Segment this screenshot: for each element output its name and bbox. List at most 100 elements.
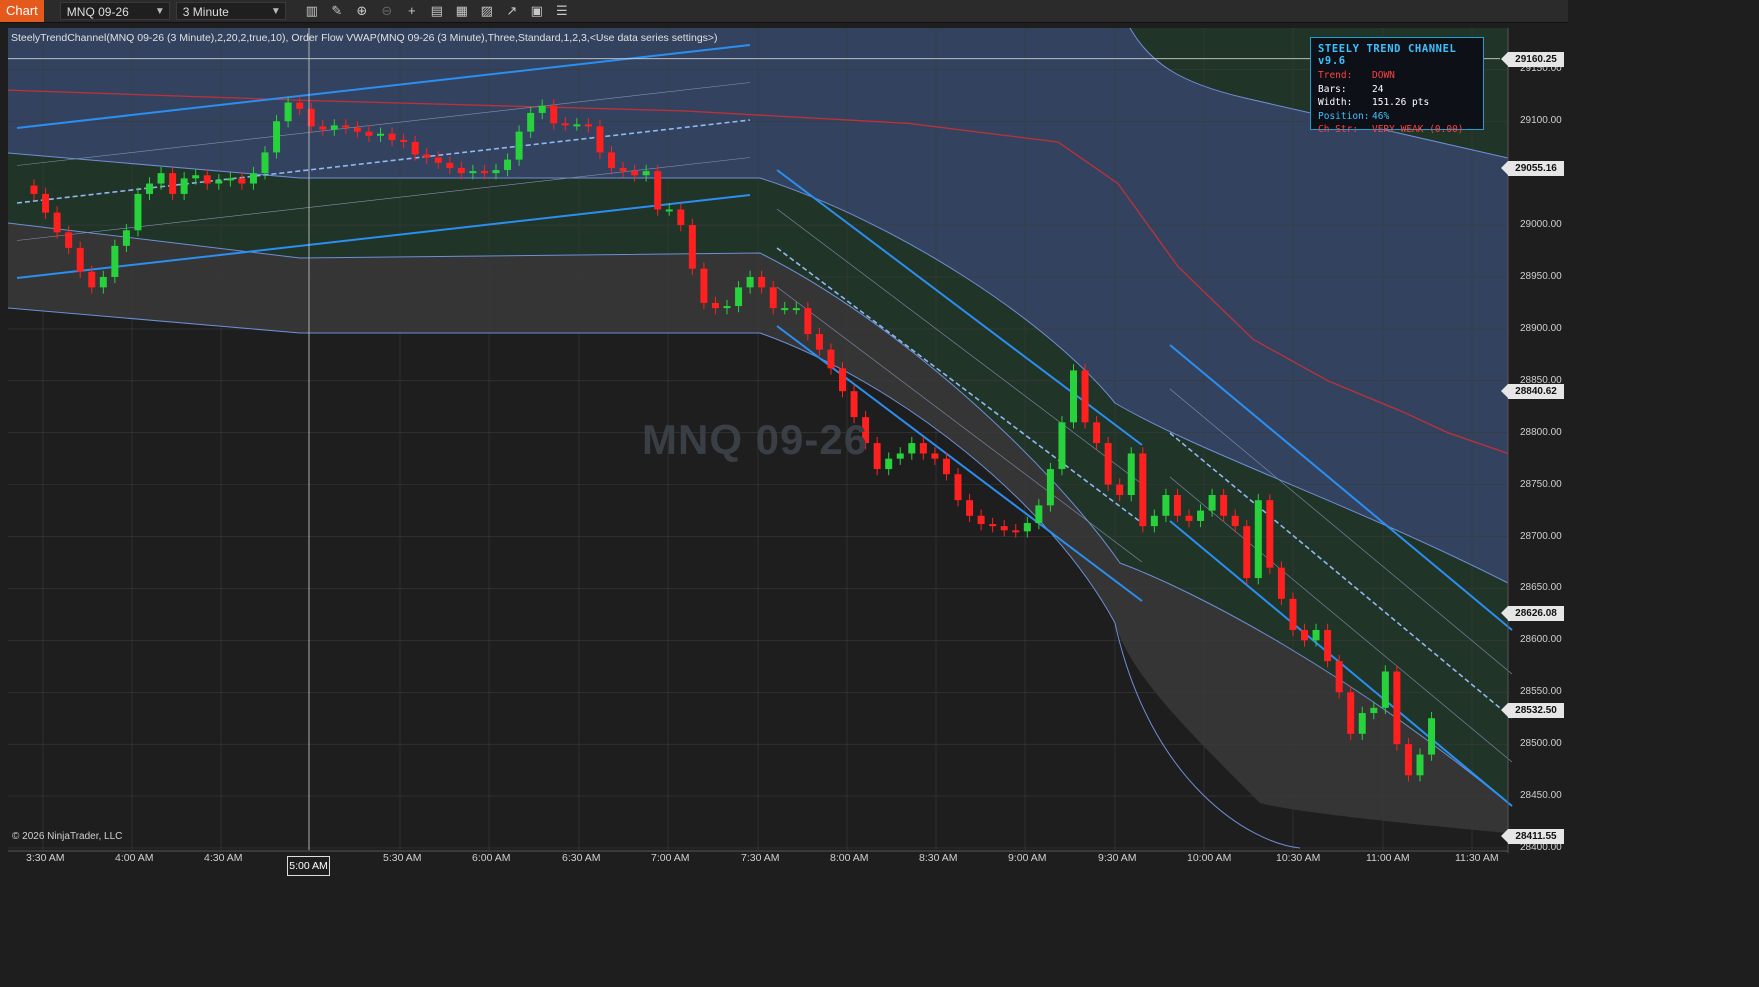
candle-body [377, 133, 384, 136]
info-row: Width: 151.26 pts [1318, 97, 1483, 111]
interval-value: 3 Minute [182, 5, 229, 19]
draw-tool-icon[interactable]: ✎ [329, 3, 345, 19]
candle-body [815, 334, 823, 350]
candle-body [850, 391, 858, 418]
candle-body [758, 276, 766, 288]
candle-body [873, 443, 881, 470]
candle-body [896, 453, 904, 459]
info-box-title: STEELY TREND CHANNEL v9.6 [1318, 43, 1457, 67]
crosshair-icon[interactable]: + [404, 3, 420, 19]
time-tick: 6:30 AM [562, 852, 601, 864]
candle-body [1046, 469, 1054, 506]
candle-body [977, 515, 985, 525]
candle-body [642, 171, 650, 176]
price-marker: 28532.50 [1501, 703, 1564, 719]
price-marker: 28840.62 [1501, 383, 1564, 399]
data-box-icon[interactable]: ▤ [429, 3, 445, 19]
toolbar: Chart MNQ 09-26 ▼ 3 Minute ▼ ▥ ✎ ⊕ ⊖ + ▤ ▦… [0, 0, 1568, 23]
copyright: © 2026 NinjaTrader, LLC [12, 831, 123, 842]
candle-body [492, 170, 500, 174]
candle-body [157, 173, 165, 184]
zoom-in-icon[interactable]: ⊕ [354, 3, 370, 19]
candle-body [1012, 530, 1020, 533]
candle-body [353, 127, 361, 132]
info-value: 151.26 pts [1372, 97, 1430, 108]
candle-body [1393, 671, 1401, 745]
candle-body [446, 162, 454, 168]
price-marker: 28411.55 [1501, 829, 1564, 844]
instrument-selector[interactable]: MNQ 09-26 ▼ [59, 2, 170, 20]
bar-type-icon[interactable]: ▥ [304, 3, 320, 19]
candle-body [1081, 370, 1089, 423]
time-tick: 9:30 AM [1098, 852, 1137, 864]
chart-trader-icon[interactable]: ☰ [554, 3, 570, 19]
candle-body [65, 232, 73, 248]
info-key: Position: [1318, 110, 1370, 122]
candle-body [1139, 453, 1147, 527]
candle-body [111, 245, 119, 277]
time-tick: 10:30 AM [1276, 852, 1321, 864]
candle-body [1416, 754, 1424, 776]
candle-body [1312, 629, 1320, 641]
price-tick: 28750.00 [1520, 478, 1562, 490]
candle-body [608, 152, 615, 168]
crosshair-time-label: 5:00 AM [287, 856, 330, 876]
indicators-icon[interactable]: ▨ [479, 3, 495, 19]
candle-body [1370, 707, 1378, 714]
candle-body [942, 458, 950, 475]
candle-body [1116, 484, 1124, 496]
zoom-out-icon[interactable]: ⊖ [379, 3, 395, 19]
candle-body [76, 247, 84, 272]
candle-body [792, 308, 800, 311]
time-tick: 11:30 AM [1455, 852, 1499, 864]
candle-body [1404, 744, 1412, 776]
time-tick: 9:00 AM [1008, 852, 1047, 864]
candle-body [1347, 692, 1355, 734]
candle-body [584, 124, 592, 127]
interval-selector[interactable]: 3 Minute ▼ [175, 2, 286, 20]
candle-body [596, 126, 604, 153]
candle-body [1104, 443, 1112, 485]
candle-body [1208, 495, 1216, 511]
candle-body [677, 209, 685, 226]
time-tick: 7:30 AM [741, 852, 780, 864]
candle-body [411, 142, 419, 155]
candle-body [226, 178, 234, 181]
templates-icon[interactable]: ▣ [529, 3, 545, 19]
strategies-icon[interactable]: ↗ [504, 3, 520, 19]
candle-body [515, 131, 523, 160]
candle-body [169, 173, 177, 194]
info-key: Ch Str: [1318, 124, 1359, 135]
properties-icon[interactable]: ▦ [454, 3, 470, 19]
candle-body [781, 308, 789, 311]
time-tick: 10:00 AM [1187, 852, 1232, 864]
price-tick: 29100.00 [1520, 115, 1562, 127]
candle-body [619, 167, 627, 172]
candle-body [1266, 500, 1274, 568]
candle-body [134, 193, 142, 231]
candle-body [434, 157, 442, 163]
candle-body [261, 152, 269, 174]
candle-body [931, 453, 939, 459]
candle-body [1150, 515, 1158, 527]
candle-body [146, 183, 153, 194]
candle-body [885, 458, 893, 470]
candle-body [1058, 422, 1066, 470]
candle-body [1023, 523, 1031, 532]
candle-body [1335, 661, 1343, 693]
candle-body [1358, 713, 1366, 734]
candle-body [631, 171, 639, 176]
trend-channel-info-box: STEELY TREND CHANNEL v9.6 Trend: DOWN Bars… [1310, 37, 1484, 135]
candle-body [538, 105, 546, 113]
candle-body [88, 271, 96, 288]
candle-body [989, 524, 997, 527]
price-tick: 28700.00 [1520, 530, 1562, 542]
candle-body [273, 121, 281, 153]
indicator-label: SteelyTrendChannel(MNQ 09-26 (3 Minute),… [11, 32, 718, 44]
chart-tab[interactable]: Chart [0, 0, 44, 22]
candle-body [238, 178, 246, 184]
time-tick: 3:30 AM [26, 852, 65, 864]
candle-body [1197, 510, 1205, 521]
time-tick: 7:00 AM [651, 852, 690, 864]
info-value: VERY WEAK (0.00) [1372, 124, 1464, 135]
